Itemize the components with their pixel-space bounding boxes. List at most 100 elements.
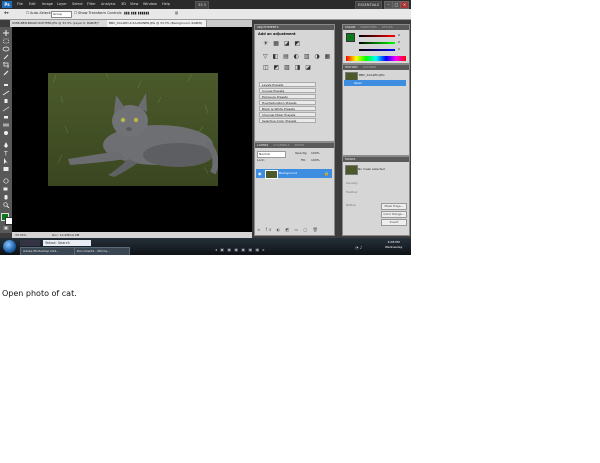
preset-exposure[interactable]: Exposure Presets bbox=[259, 94, 316, 99]
windows-taskbar: Yahoo! Search Adobe Photoshop CS4... Doc… bbox=[0, 238, 411, 255]
auto-select-checkbox[interactable]: ☐ bbox=[26, 11, 29, 15]
taskbar-photoshop-button[interactable]: Adobe Photoshop CS4... bbox=[20, 247, 76, 255]
quick-launch-icons[interactable] bbox=[20, 240, 40, 246]
marquee-tool-icon[interactable] bbox=[2, 38, 10, 44]
type-tool-icon[interactable]: T bbox=[2, 150, 10, 157]
masks-panel: MASKS No mask selected Density: Feather:… bbox=[342, 156, 410, 236]
preset-black-white[interactable]: Black & White Presets bbox=[259, 106, 316, 111]
transform-controls-checkbox[interactable]: ☐ bbox=[74, 11, 77, 15]
layer-footer-icons[interactable]: ∞ fx ◐ ◩ ▭ ▢ 🗑 bbox=[257, 227, 331, 232]
density-label: Density: bbox=[346, 181, 359, 185]
preset-hue-saturation[interactable]: Hue/Saturation Presets bbox=[259, 100, 316, 105]
menu-view[interactable]: View bbox=[130, 2, 138, 6]
menu-layer[interactable]: Layer bbox=[57, 2, 67, 6]
photoshop-logo: Ps bbox=[2, 1, 12, 8]
move-tool-icon[interactable] bbox=[2, 30, 10, 36]
green-value[interactable]: 0 bbox=[398, 40, 400, 44]
adjustments-tab[interactable]: ADJUSTMENTS bbox=[255, 25, 334, 30]
menu-window[interactable]: Window bbox=[143, 2, 157, 6]
layer-name[interactable]: Background bbox=[279, 169, 297, 178]
opacity-label: Opacity: bbox=[295, 151, 308, 155]
tab-color[interactable]: COLOR bbox=[345, 25, 355, 29]
color-spectrum-bar[interactable] bbox=[346, 56, 406, 61]
tab-document-2[interactable]: BBC_SCALED-9.5A-MAINER.JPG @ 33.3% (Back… bbox=[107, 20, 207, 27]
menu-filter[interactable]: Filter bbox=[87, 2, 96, 6]
preset-levels[interactable]: Levels Presets bbox=[259, 82, 316, 87]
zoom-tool-icon[interactable] bbox=[2, 202, 10, 208]
preset-channel-mixer[interactable]: Channel Mixer Presets bbox=[259, 112, 316, 117]
adjustments-title: Add an adjustment bbox=[258, 32, 296, 36]
shape-tool-icon[interactable] bbox=[2, 166, 10, 172]
eyedropper-tool-icon[interactable] bbox=[2, 70, 10, 76]
lasso-tool-icon[interactable] bbox=[2, 46, 10, 52]
menu-file[interactable]: File bbox=[17, 2, 23, 6]
auto-align-icon[interactable]: ▥ bbox=[175, 11, 178, 15]
fill-value[interactable]: 100% bbox=[311, 158, 320, 162]
3d-camera-tool-icon[interactable] bbox=[2, 186, 10, 192]
green-slider[interactable] bbox=[359, 42, 395, 44]
menu-edit[interactable]: Edit bbox=[29, 2, 36, 6]
hand-tool-icon[interactable] bbox=[2, 194, 10, 200]
dodge-tool-icon[interactable] bbox=[2, 130, 10, 136]
auto-select-dropdown[interactable]: Group bbox=[51, 11, 72, 18]
tab-paths[interactable]: PATHS bbox=[295, 143, 304, 147]
tab-swatches[interactable]: SWATCHES bbox=[360, 25, 376, 29]
layer-row-background[interactable]: ◉ Background 🔒 bbox=[256, 169, 332, 179]
path-selection-tool-icon[interactable] bbox=[2, 158, 10, 164]
brush-tool-icon[interactable] bbox=[2, 90, 10, 96]
color-panel: COLOR SWATCHES STYLES 0 0 0 bbox=[342, 24, 410, 64]
preset-curves[interactable]: Curves Presets bbox=[259, 88, 316, 93]
clone-stamp-tool-icon[interactable] bbox=[2, 98, 10, 104]
tab-actions[interactable]: ACTIONS bbox=[363, 65, 376, 69]
blue-slider[interactable] bbox=[359, 49, 395, 51]
close-icon[interactable]: × bbox=[400, 1, 409, 9]
menu-select[interactable]: Select bbox=[72, 2, 83, 6]
blue-value[interactable]: 0 bbox=[398, 47, 400, 51]
menu-3d[interactable]: 3D bbox=[121, 2, 126, 6]
history-panel-tabs: HISTORY ACTIONS bbox=[343, 65, 409, 70]
mask-edge-button[interactable]: Mask Edge... bbox=[381, 203, 407, 210]
menu-image[interactable]: Image bbox=[42, 2, 53, 6]
history-brush-tool-icon[interactable] bbox=[2, 106, 10, 112]
red-slider[interactable] bbox=[359, 35, 395, 37]
tab-styles[interactable]: STYLES bbox=[382, 25, 393, 29]
color-foreground-swatch[interactable] bbox=[346, 33, 355, 42]
tab-channels[interactable]: CHANNELS bbox=[273, 143, 289, 147]
3d-rotate-tool-icon[interactable] bbox=[2, 178, 10, 184]
search-input[interactable]: Yahoo! Search bbox=[43, 240, 91, 246]
adjustment-icons-row-3[interactable]: ◫ ◩ ▨ ◨ ◪ bbox=[263, 64, 312, 71]
tab-layers[interactable]: LAYERS bbox=[257, 143, 268, 147]
taskbar-word-button[interactable]: Document1 - Micros... bbox=[74, 247, 130, 255]
system-tray-icons[interactable]: ◔ ♪ bbox=[355, 245, 362, 250]
adjustment-icons-row-1[interactable]: ☀ ▦ ◪ ◩ bbox=[263, 40, 302, 47]
menu-analysis[interactable]: Analysis bbox=[101, 2, 115, 6]
start-button[interactable] bbox=[3, 240, 16, 253]
blend-mode-dropdown[interactable]: Normal bbox=[257, 151, 286, 158]
menu-help[interactable]: Help bbox=[162, 2, 170, 6]
healing-brush-tool-icon[interactable] bbox=[2, 82, 10, 88]
layers-panel-tabs: LAYERS CHANNELS PATHS bbox=[255, 143, 334, 148]
gradient-tool-icon[interactable] bbox=[2, 122, 10, 128]
color-range-button[interactable]: Color Range... bbox=[381, 211, 407, 218]
pen-tool-icon[interactable] bbox=[2, 142, 10, 148]
opacity-value[interactable]: 100% bbox=[311, 151, 320, 155]
tab-masks[interactable]: MASKS bbox=[343, 157, 409, 162]
crop-tool-icon[interactable] bbox=[2, 62, 10, 68]
lock-label: Lock: bbox=[257, 158, 265, 162]
eye-icon[interactable]: ◉ bbox=[258, 169, 262, 178]
invert-button[interactable]: Invert bbox=[381, 219, 407, 226]
tab-document-1[interactable]: 9386-BEN-BRADY-ROTIFER.JPG @ 33.3% (Laye… bbox=[10, 20, 110, 27]
tab-history[interactable]: HISTORY bbox=[345, 65, 358, 69]
quick-select-tool-icon[interactable] bbox=[2, 54, 10, 60]
preset-selective-color[interactable]: Selective Color Presets bbox=[259, 118, 316, 123]
align-icons[interactable]: ▮▮▮ ▮▮▮ ▮▮▮▮▮▮ bbox=[124, 11, 149, 15]
history-item-open[interactable]: Open bbox=[344, 80, 406, 86]
eraser-tool-icon[interactable] bbox=[2, 114, 10, 120]
taskbar-clock[interactable]: 4:08 PM Wednesday bbox=[385, 240, 402, 250]
history-snapshot-name[interactable]: BBC_SCALED.JPG bbox=[359, 73, 385, 77]
move-tool-icon[interactable]: ✥▾ bbox=[4, 11, 9, 15]
adjustment-icons-row-2[interactable]: ▽ ◧ ▤ ◐ ▥ ◑ ▦ bbox=[263, 53, 332, 60]
quick-mask-icon[interactable] bbox=[2, 225, 10, 231]
taskbar-tray-icons[interactable]: ◂ ▣ ▣ ▣ ▣ ▣ ▣ ▸ bbox=[215, 247, 266, 252]
red-value[interactable]: 0 bbox=[398, 33, 400, 37]
